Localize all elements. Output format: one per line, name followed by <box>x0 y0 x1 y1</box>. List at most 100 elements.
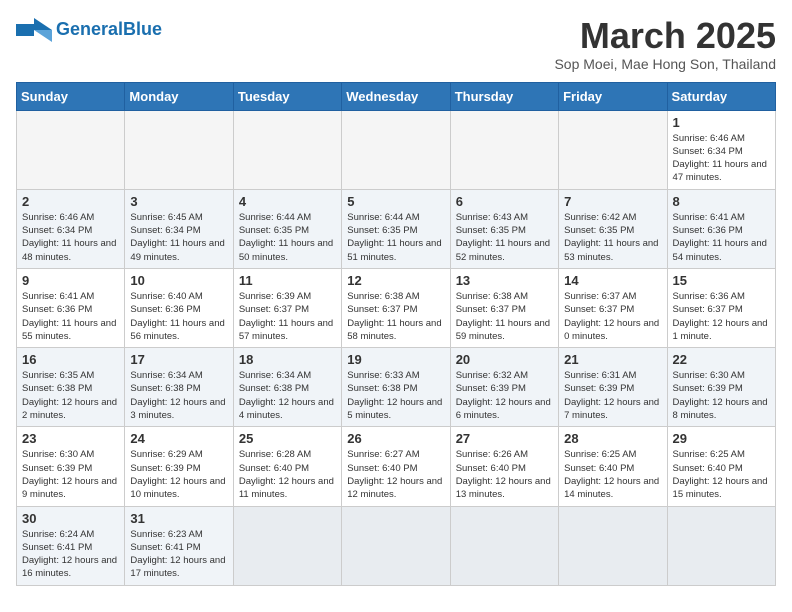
day-info: Sunrise: 6:23 AM Sunset: 6:41 PM Dayligh… <box>130 528 227 581</box>
calendar-day-cell <box>559 110 667 189</box>
calendar-day-cell: 29 Sunrise: 6:25 AM Sunset: 6:40 PM Dayli… <box>667 427 775 506</box>
day-number: 10 <box>130 273 227 288</box>
calendar-day-cell <box>125 110 233 189</box>
day-info: Sunrise: 6:26 AM Sunset: 6:40 PM Dayligh… <box>456 448 553 501</box>
day-of-week-header: Friday <box>559 82 667 110</box>
calendar-day-cell <box>17 110 125 189</box>
calendar-day-cell: 1 Sunrise: 6:46 AM Sunset: 6:34 PM Daylig… <box>667 110 775 189</box>
calendar-day-cell: 13 Sunrise: 6:38 AM Sunset: 6:37 PM Dayli… <box>450 268 558 347</box>
calendar-week-row: 30 Sunrise: 6:24 AM Sunset: 6:41 PM Dayli… <box>17 506 776 585</box>
calendar-day-cell: 15 Sunrise: 6:36 AM Sunset: 6:37 PM Dayli… <box>667 268 775 347</box>
page-header: GeneralBlue March 2025 Sop Moei, Mae Hon… <box>16 16 776 72</box>
day-info: Sunrise: 6:45 AM Sunset: 6:34 PM Dayligh… <box>130 211 227 264</box>
calendar-day-cell: 11 Sunrise: 6:39 AM Sunset: 6:37 PM Dayli… <box>233 268 341 347</box>
calendar-week-row: 1 Sunrise: 6:46 AM Sunset: 6:34 PM Daylig… <box>17 110 776 189</box>
day-info: Sunrise: 6:29 AM Sunset: 6:39 PM Dayligh… <box>130 448 227 501</box>
calendar-day-cell: 16 Sunrise: 6:35 AM Sunset: 6:38 PM Dayli… <box>17 348 125 427</box>
calendar-day-cell: 25Sunrise: 6:28 AM Sunset: 6:40 PM Dayli… <box>233 427 341 506</box>
day-number: 30 <box>22 511 119 526</box>
calendar-day-cell: 5Sunrise: 6:44 AM Sunset: 6:35 PM Daylig… <box>342 189 450 268</box>
day-number: 23 <box>22 431 119 446</box>
calendar-day-cell <box>450 506 558 585</box>
day-info: Sunrise: 6:35 AM Sunset: 6:38 PM Dayligh… <box>22 369 119 422</box>
logo: GeneralBlue <box>16 16 162 44</box>
day-info: Sunrise: 6:37 AM Sunset: 6:37 PM Dayligh… <box>564 290 661 343</box>
calendar-day-cell <box>667 506 775 585</box>
day-number: 15 <box>673 273 770 288</box>
calendar-day-cell: 4Sunrise: 6:44 AM Sunset: 6:35 PM Daylig… <box>233 189 341 268</box>
day-number: 9 <box>22 273 119 288</box>
calendar-day-cell <box>233 506 341 585</box>
day-info: Sunrise: 6:40 AM Sunset: 6:36 PM Dayligh… <box>130 290 227 343</box>
calendar-day-cell: 20 Sunrise: 6:32 AM Sunset: 6:39 PM Dayli… <box>450 348 558 427</box>
calendar-day-cell: 17Sunrise: 6:34 AM Sunset: 6:38 PM Dayli… <box>125 348 233 427</box>
day-of-week-header: Sunday <box>17 82 125 110</box>
calendar-table: SundayMondayTuesdayWednesdayThursdayFrid… <box>16 82 776 586</box>
day-info: Sunrise: 6:30 AM Sunset: 6:39 PM Dayligh… <box>673 369 770 422</box>
calendar-day-cell <box>342 110 450 189</box>
day-info: Sunrise: 6:27 AM Sunset: 6:40 PM Dayligh… <box>347 448 444 501</box>
day-number: 22 <box>673 352 770 367</box>
day-info: Sunrise: 6:41 AM Sunset: 6:36 PM Dayligh… <box>22 290 119 343</box>
calendar-week-row: 16 Sunrise: 6:35 AM Sunset: 6:38 PM Dayli… <box>17 348 776 427</box>
calendar-day-cell: 30 Sunrise: 6:24 AM Sunset: 6:41 PM Dayli… <box>17 506 125 585</box>
day-number: 12 <box>347 273 444 288</box>
day-info: Sunrise: 6:38 AM Sunset: 6:37 PM Dayligh… <box>456 290 553 343</box>
day-of-week-header: Monday <box>125 82 233 110</box>
day-info: Sunrise: 6:31 AM Sunset: 6:39 PM Dayligh… <box>564 369 661 422</box>
day-info: Sunrise: 6:46 AM Sunset: 6:34 PM Dayligh… <box>673 132 770 185</box>
day-of-week-header: Saturday <box>667 82 775 110</box>
day-info: Sunrise: 6:30 AM Sunset: 6:39 PM Dayligh… <box>22 448 119 501</box>
day-number: 31 <box>130 511 227 526</box>
day-info: Sunrise: 6:39 AM Sunset: 6:37 PM Dayligh… <box>239 290 336 343</box>
calendar-day-cell: 18Sunrise: 6:34 AM Sunset: 6:38 PM Dayli… <box>233 348 341 427</box>
day-number: 2 <box>22 194 119 209</box>
calendar-day-cell: 23 Sunrise: 6:30 AM Sunset: 6:39 PM Dayli… <box>17 427 125 506</box>
day-number: 27 <box>456 431 553 446</box>
day-info: Sunrise: 6:25 AM Sunset: 6:40 PM Dayligh… <box>564 448 661 501</box>
calendar-week-row: 9 Sunrise: 6:41 AM Sunset: 6:36 PM Daylig… <box>17 268 776 347</box>
logo-icon <box>16 16 52 44</box>
month-title: March 2025 <box>554 16 776 56</box>
logo-text: GeneralBlue <box>56 19 162 41</box>
day-of-week-header: Thursday <box>450 82 558 110</box>
calendar-day-cell: 26Sunrise: 6:27 AM Sunset: 6:40 PM Dayli… <box>342 427 450 506</box>
day-of-week-header: Tuesday <box>233 82 341 110</box>
day-number: 16 <box>22 352 119 367</box>
day-info: Sunrise: 6:36 AM Sunset: 6:37 PM Dayligh… <box>673 290 770 343</box>
calendar-day-cell <box>559 506 667 585</box>
day-number: 20 <box>456 352 553 367</box>
calendar-week-row: 2 Sunrise: 6:46 AM Sunset: 6:34 PM Daylig… <box>17 189 776 268</box>
day-number: 5 <box>347 194 444 209</box>
day-number: 13 <box>456 273 553 288</box>
day-of-week-header: Wednesday <box>342 82 450 110</box>
day-number: 17 <box>130 352 227 367</box>
day-info: Sunrise: 6:46 AM Sunset: 6:34 PM Dayligh… <box>22 211 119 264</box>
day-number: 28 <box>564 431 661 446</box>
day-number: 19 <box>347 352 444 367</box>
day-number: 6 <box>456 194 553 209</box>
day-number: 14 <box>564 273 661 288</box>
day-info: Sunrise: 6:25 AM Sunset: 6:40 PM Dayligh… <box>673 448 770 501</box>
day-number: 25 <box>239 431 336 446</box>
day-number: 18 <box>239 352 336 367</box>
day-number: 24 <box>130 431 227 446</box>
day-number: 11 <box>239 273 336 288</box>
day-number: 21 <box>564 352 661 367</box>
calendar-week-row: 23 Sunrise: 6:30 AM Sunset: 6:39 PM Dayli… <box>17 427 776 506</box>
day-number: 1 <box>673 115 770 130</box>
day-info: Sunrise: 6:38 AM Sunset: 6:37 PM Dayligh… <box>347 290 444 343</box>
day-number: 29 <box>673 431 770 446</box>
calendar-day-cell: 31 Sunrise: 6:23 AM Sunset: 6:41 PM Dayli… <box>125 506 233 585</box>
calendar-day-cell: 19 Sunrise: 6:33 AM Sunset: 6:38 PM Dayli… <box>342 348 450 427</box>
calendar-day-cell: 22 Sunrise: 6:30 AM Sunset: 6:39 PM Dayli… <box>667 348 775 427</box>
calendar-day-cell <box>342 506 450 585</box>
day-info: Sunrise: 6:33 AM Sunset: 6:38 PM Dayligh… <box>347 369 444 422</box>
day-info: Sunrise: 6:44 AM Sunset: 6:35 PM Dayligh… <box>239 211 336 264</box>
calendar-day-cell: 24 Sunrise: 6:29 AM Sunset: 6:39 PM Dayli… <box>125 427 233 506</box>
calendar-day-cell <box>233 110 341 189</box>
calendar-day-cell: 7Sunrise: 6:42 AM Sunset: 6:35 PM Daylig… <box>559 189 667 268</box>
calendar-day-cell: 21 Sunrise: 6:31 AM Sunset: 6:39 PM Dayli… <box>559 348 667 427</box>
day-info: Sunrise: 6:32 AM Sunset: 6:39 PM Dayligh… <box>456 369 553 422</box>
day-info: Sunrise: 6:24 AM Sunset: 6:41 PM Dayligh… <box>22 528 119 581</box>
